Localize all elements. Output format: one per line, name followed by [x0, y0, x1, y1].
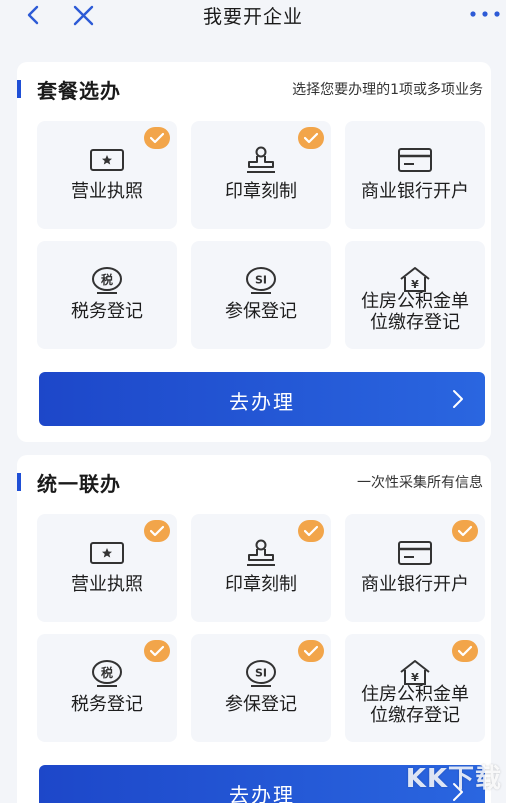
seal-stamp-icon	[247, 146, 275, 173]
checked-badge	[452, 640, 478, 662]
tile-insurance-registration[interactable]: SI 参保登记	[191, 634, 331, 742]
tile-label: 住房公积金单 位缴存登记	[345, 684, 485, 726]
svg-text:¥: ¥	[411, 671, 419, 684]
package-section: 套餐选办 选择您要办理的1项或多项业务 营业执照 印章刻制 商业银行开户 税 税…	[17, 62, 491, 442]
social-insurance-icon: SI	[246, 660, 276, 687]
tile-bank-account[interactable]: 商业银行开户	[345, 514, 485, 622]
tile-label: 印章刻制	[225, 574, 297, 595]
tax-icon: 税	[92, 660, 122, 687]
tile-label: 住房公积金单 位缴存登记	[345, 291, 485, 333]
tile-housing-fund[interactable]: ¥ 住房公积金单 位缴存登记	[345, 241, 485, 349]
svg-text:SI: SI	[255, 667, 267, 680]
section-subtitle: 一次性采集所有信息	[357, 475, 483, 491]
section-title: 统一联办	[37, 472, 121, 496]
checkmark-icon	[150, 525, 164, 537]
section-header: 套餐选办 选择您要办理的1项或多项业务	[17, 62, 491, 116]
top-bar: 我要开企业	[0, 0, 506, 40]
svg-text:¥: ¥	[411, 278, 419, 291]
tile-insurance-registration[interactable]: SI 参保登记	[191, 241, 331, 349]
tile-label-line1: 住房公积金单	[361, 684, 469, 705]
checked-badge	[298, 127, 324, 149]
svg-text:税: 税	[101, 665, 113, 680]
page-title: 我要开企业	[202, 6, 303, 28]
checkmark-icon	[458, 645, 472, 657]
tile-label: 营业执照	[71, 181, 143, 202]
tile-label-line2: 位缴存登记	[370, 705, 460, 726]
tile-business-license[interactable]: 营业执照	[37, 121, 177, 229]
watermark-logo: KK下载	[405, 764, 502, 794]
checkmark-icon	[150, 645, 164, 657]
unified-section: 统一联办 一次性采集所有信息 营业执照 印章刻制 商业银行开户 税 税务登记 S…	[17, 455, 491, 803]
checkmark-icon	[304, 132, 318, 144]
license-icon	[90, 542, 124, 564]
chevron-right-icon	[453, 390, 463, 408]
section-header: 统一联办 一次性采集所有信息	[17, 455, 491, 509]
more-icon[interactable]	[468, 8, 502, 20]
checkmark-icon	[304, 525, 318, 537]
tile-label: 印章刻制	[225, 181, 297, 202]
tile-label: 商业银行开户	[361, 181, 469, 202]
checked-badge	[452, 520, 478, 542]
tile-housing-fund[interactable]: ¥ 住房公积金单 位缴存登记	[345, 634, 485, 742]
checked-badge	[144, 127, 170, 149]
svg-text:SI: SI	[255, 274, 267, 287]
section-accent-bar	[17, 80, 21, 98]
checkmark-icon	[150, 132, 164, 144]
checked-badge	[298, 640, 324, 662]
tile-bank-account[interactable]: 商业银行开户	[345, 121, 485, 229]
tile-business-license[interactable]: 营业执照	[37, 514, 177, 622]
tile-label-line1: 住房公积金单	[361, 291, 469, 312]
tile-label: 商业银行开户	[361, 574, 469, 595]
tile-label: 税务登记	[71, 301, 143, 322]
tile-seal-engraving[interactable]: 印章刻制	[191, 121, 331, 229]
tax-icon: 税	[92, 267, 122, 294]
tile-tax-registration[interactable]: 税 税务登记	[37, 634, 177, 742]
bank-card-icon	[398, 541, 432, 565]
checked-badge	[144, 640, 170, 662]
seal-stamp-icon	[247, 539, 275, 566]
button-label: 去办理	[229, 390, 295, 414]
tile-label-line2: 位缴存登记	[370, 312, 460, 333]
tile-tax-registration[interactable]: 税 税务登记	[37, 241, 177, 349]
checked-badge	[298, 520, 324, 542]
section-title: 套餐选办	[37, 79, 121, 103]
section-accent-bar	[17, 473, 21, 491]
svg-text:税: 税	[101, 272, 113, 287]
proceed-button[interactable]: 去办理	[39, 372, 485, 426]
tile-label: 参保登记	[225, 694, 297, 715]
tile-label: 税务登记	[71, 694, 143, 715]
checkmark-icon	[304, 645, 318, 657]
checked-badge	[144, 520, 170, 542]
checkmark-icon	[458, 525, 472, 537]
tile-label: 参保登记	[225, 301, 297, 322]
section-subtitle: 选择您要办理的1项或多项业务	[292, 82, 483, 98]
license-icon	[90, 149, 124, 171]
tile-seal-engraving[interactable]: 印章刻制	[191, 514, 331, 622]
bank-card-icon	[398, 148, 432, 172]
tile-label: 营业执照	[71, 574, 143, 595]
social-insurance-icon: SI	[246, 267, 276, 294]
